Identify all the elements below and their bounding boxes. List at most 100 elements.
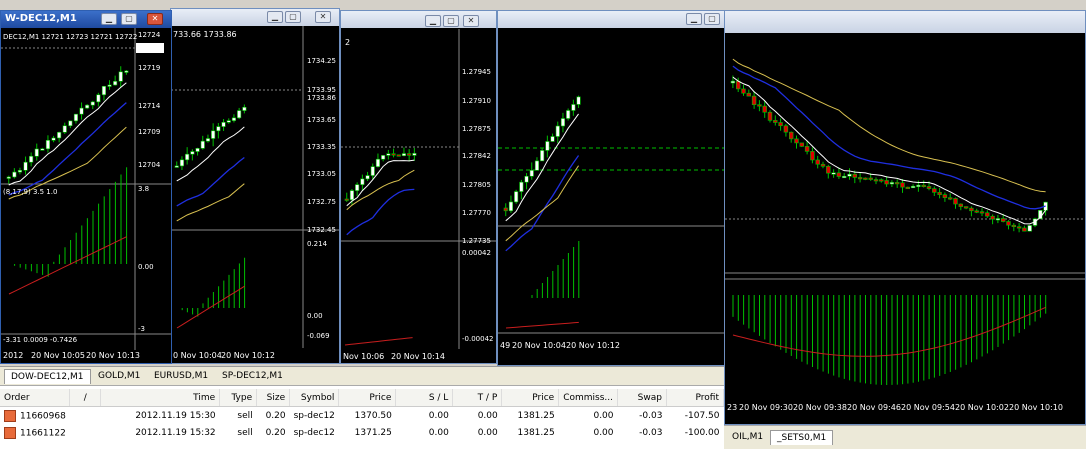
candle: [576, 96, 581, 105]
axis-label: 12722: [138, 45, 160, 53]
maximize-icon[interactable]: ▢: [285, 11, 301, 23]
candle: [921, 184, 926, 187]
minimize-icon[interactable]: ▁: [686, 13, 702, 25]
close-icon[interactable]: ✕: [463, 15, 479, 27]
minimize-icon[interactable]: ▁: [101, 13, 117, 25]
tab-oil[interactable]: OIL,M1: [726, 430, 769, 445]
minimize-icon[interactable]: ▁: [425, 15, 441, 27]
candle: [529, 170, 534, 177]
chart-5-plot[interactable]: 23 20 Nov 09:30 20 Nov 09:38 20 Nov 09:46 20…: [725, 33, 1086, 425]
tab-gold[interactable]: GOLD,M1: [92, 369, 146, 384]
axis-label: 1.27770: [462, 209, 491, 217]
candle: [349, 190, 354, 201]
candle: [226, 120, 231, 123]
tab-eurusd[interactable]: EURUSD,M1: [148, 369, 214, 384]
candle: [863, 177, 868, 180]
order-cell: -0.03: [639, 427, 663, 438]
col-sl[interactable]: S / L: [395, 389, 454, 407]
order-cell: [70, 424, 101, 441]
maximize-icon[interactable]: ▢: [704, 13, 720, 25]
candle: [1006, 221, 1011, 226]
candle: [40, 148, 45, 151]
orders-header-row: Order / Time Type Size Symbol Price S / …: [0, 389, 725, 407]
chart-2-plot[interactable]: 733.66 1733.86 1734.25 1733.951733.86 1733…: [171, 26, 339, 363]
col-swap[interactable]: Swap: [617, 389, 667, 407]
time-label: 20 Nov 09:30: [739, 403, 793, 412]
chart-window-5-titlebar[interactable]: [725, 11, 1085, 33]
candle: [540, 150, 545, 162]
candle: [900, 182, 905, 188]
chart-tabs: DOW-DEC12,M1 GOLD,M1 EURUSD,M1 SP-DEC12,…: [0, 367, 724, 386]
candle: [794, 138, 799, 144]
col-time[interactable]: Time: [100, 389, 221, 407]
candle: [524, 175, 529, 183]
chart-window-4[interactable]: ▁ ▢ 49 20 Nov 10:04 20 Nov 10:12: [497, 10, 725, 366]
maximize-icon[interactable]: ▢: [121, 13, 137, 25]
candle: [857, 177, 863, 180]
order-row[interactable]: 11661122 2012.11.19 15:32 sell 0.20 sp-dec12…: [0, 424, 724, 441]
candle: [355, 184, 360, 191]
order-cell: 0.00: [428, 427, 449, 438]
chart-window-4-titlebar[interactable]: ▁ ▢: [498, 11, 724, 28]
candle: [401, 153, 407, 156]
candle: [185, 153, 190, 161]
candle: [974, 210, 979, 213]
candle: [566, 110, 571, 119]
col-symbol[interactable]: Symbol: [289, 389, 340, 407]
col-commission[interactable]: Commiss...: [558, 389, 619, 407]
candle: [773, 120, 778, 123]
col-current-price[interactable]: Price: [501, 389, 560, 407]
candle: [1000, 218, 1006, 222]
axis-label: 12709: [138, 128, 160, 136]
time-label: 20 Nov 09:38: [793, 403, 847, 412]
chart-3-plot[interactable]: 2 1.27945 1.27910 1.27875 1.27842 1.27805 1.2…: [341, 29, 496, 363]
chart-window-3-titlebar[interactable]: ▁ ▢ ✕: [341, 11, 496, 28]
col-profit[interactable]: Profit: [666, 389, 725, 407]
chart-window-5[interactable]: 23 20 Nov 09:30 20 Nov 09:38 20 Nov 09:46 20…: [724, 10, 1086, 425]
minimize-icon[interactable]: ▁: [267, 11, 283, 23]
axis-label: 1733.35: [307, 143, 336, 151]
order-cell: 2012.11.19 15:32: [135, 427, 216, 438]
order-row[interactable]: 11660968 2012.11.19 15:30 sell 0.20 sp-dec12…: [0, 407, 724, 425]
tab-dow-dec12[interactable]: DOW-DEC12,M1: [4, 369, 91, 384]
chart-window-1-titlebar[interactable]: W-DEC12,M1 ▁ ▢ ✕: [1, 11, 171, 28]
axis-label: 12724: [138, 31, 161, 39]
candle: [190, 151, 195, 155]
chart-1-header: DEC12,M1 12721 12723 12721 12722: [3, 33, 137, 41]
candle: [884, 180, 889, 185]
candle: [958, 203, 963, 207]
col-type[interactable]: Type: [219, 389, 258, 407]
tab-sets0[interactable]: _SETS0,M1: [770, 430, 834, 445]
chart-2-header: 733.66 1733.86: [173, 30, 237, 39]
candle: [231, 117, 237, 121]
chart-window-3[interactable]: ▁ ▢ ✕ 2 1.27945 1.27910 1.27875 1.27842 1.27…: [340, 10, 497, 364]
candle: [799, 142, 805, 147]
chart-window-1[interactable]: W-DEC12,M1 ▁ ▢ ✕ DEC12,M1 12721 12723 12…: [0, 10, 172, 364]
col-size[interactable]: Size: [256, 389, 291, 407]
candle: [90, 101, 95, 106]
chart-1-plot[interactable]: DEC12,M1 12721 12723 12721 12722 (8,17,9…: [1, 28, 171, 363]
candle: [916, 184, 921, 187]
order-cell: -107.50: [684, 410, 720, 421]
maximize-icon[interactable]: ▢: [443, 15, 459, 27]
candle: [926, 186, 932, 189]
chart-window-2-titlebar[interactable]: ▁ ▢ ✕: [171, 9, 339, 26]
close-icon[interactable]: ✕: [147, 13, 163, 25]
col-price[interactable]: Price: [338, 389, 397, 407]
order-cell: sell: [237, 427, 253, 438]
terminal-panel[interactable]: DOW-DEC12,M1 GOLD,M1 EURUSD,M1 SP-DEC12,…: [0, 366, 725, 449]
candle: [508, 201, 513, 212]
col-order[interactable]: Order: [0, 389, 71, 407]
tab-sp-dec12[interactable]: SP-DEC12,M1: [216, 369, 289, 384]
candle: [237, 110, 242, 119]
candle: [826, 165, 831, 174]
chart-window-2[interactable]: ▁ ▢ ✕ 733.66 1733.86 1734.25 1733.95 1733.…: [170, 8, 340, 364]
close-icon[interactable]: ✕: [315, 11, 331, 23]
orders-table[interactable]: Order / Time Type Size Symbol Price S / …: [0, 389, 725, 441]
col-sort[interactable]: /: [69, 389, 102, 407]
candle: [757, 104, 762, 107]
candle: [571, 104, 576, 111]
chart-4-plot[interactable]: 49 20 Nov 10:04 20 Nov 10:12: [498, 28, 724, 365]
candle: [767, 111, 773, 121]
col-tp[interactable]: T / P: [452, 389, 503, 407]
